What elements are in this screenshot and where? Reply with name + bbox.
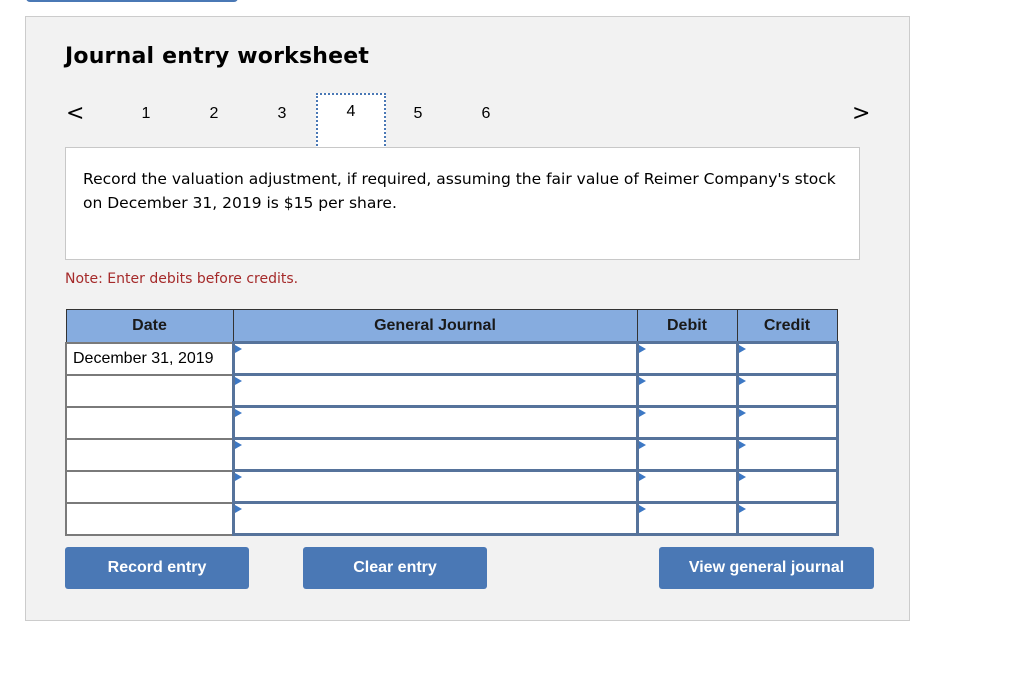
credit-input[interactable] xyxy=(735,437,839,472)
account-input[interactable] xyxy=(231,405,639,440)
chevron-right-icon[interactable]: > xyxy=(852,103,870,125)
account-input[interactable] xyxy=(231,469,639,504)
tab-5[interactable]: 5 xyxy=(408,105,428,123)
tab-2[interactable]: 2 xyxy=(204,105,224,123)
clear-entry-button[interactable]: Clear entry xyxy=(303,547,487,589)
credit-input[interactable] xyxy=(735,501,839,536)
debit-input[interactable] xyxy=(635,341,739,376)
credit-input[interactable] xyxy=(735,373,839,408)
credit-input[interactable] xyxy=(735,341,839,376)
header-credit: Credit xyxy=(736,309,838,343)
table-row: December 31, 2019 xyxy=(65,341,839,376)
account-input[interactable] xyxy=(231,501,639,536)
tab-4-active[interactable]: 4 xyxy=(316,93,386,149)
date-cell: December 31, 2019 xyxy=(65,341,234,376)
record-entry-button[interactable]: Record entry xyxy=(65,547,249,589)
tab-3[interactable]: 3 xyxy=(272,105,292,123)
tab-1[interactable]: 1 xyxy=(136,105,156,123)
debit-input[interactable] xyxy=(635,405,739,440)
debit-input[interactable] xyxy=(635,373,739,408)
table-row xyxy=(65,501,839,536)
journal-table: Date General Journal Debit Credit Decemb… xyxy=(65,309,839,536)
chevron-left-icon[interactable]: < xyxy=(66,103,84,125)
journal-worksheet-panel: Journal entry worksheet < 1 2 3 4 5 6 > … xyxy=(25,16,910,621)
debit-input[interactable] xyxy=(635,469,739,504)
debit-input[interactable] xyxy=(635,437,739,472)
previous-panel-button-edge xyxy=(26,0,238,2)
date-cell xyxy=(65,405,234,440)
view-general-journal-button[interactable]: View general journal xyxy=(659,547,874,589)
date-cell xyxy=(65,469,234,504)
credit-input[interactable] xyxy=(735,469,839,504)
header-date: Date xyxy=(65,309,234,343)
date-cell xyxy=(65,437,234,472)
worksheet-title: Journal entry worksheet xyxy=(65,44,370,69)
account-input[interactable] xyxy=(231,437,639,472)
tab-6[interactable]: 6 xyxy=(476,105,496,123)
instruction-note: Note: Enter debits before credits. xyxy=(65,271,299,287)
account-input[interactable] xyxy=(231,341,639,376)
table-row xyxy=(65,405,839,440)
header-debit: Debit xyxy=(636,309,738,343)
question-text: Record the valuation adjustment, if requ… xyxy=(65,147,860,260)
date-cell xyxy=(65,501,234,536)
account-input[interactable] xyxy=(231,373,639,408)
table-header-row: Date General Journal Debit Credit xyxy=(65,309,838,343)
header-general-journal: General Journal xyxy=(232,309,638,343)
table-row xyxy=(65,373,839,408)
table-row xyxy=(65,437,839,472)
credit-input[interactable] xyxy=(735,405,839,440)
date-cell xyxy=(65,373,234,408)
table-row xyxy=(65,469,839,504)
step-navigation: < 1 2 3 4 5 6 > xyxy=(26,87,909,153)
debit-input[interactable] xyxy=(635,501,739,536)
